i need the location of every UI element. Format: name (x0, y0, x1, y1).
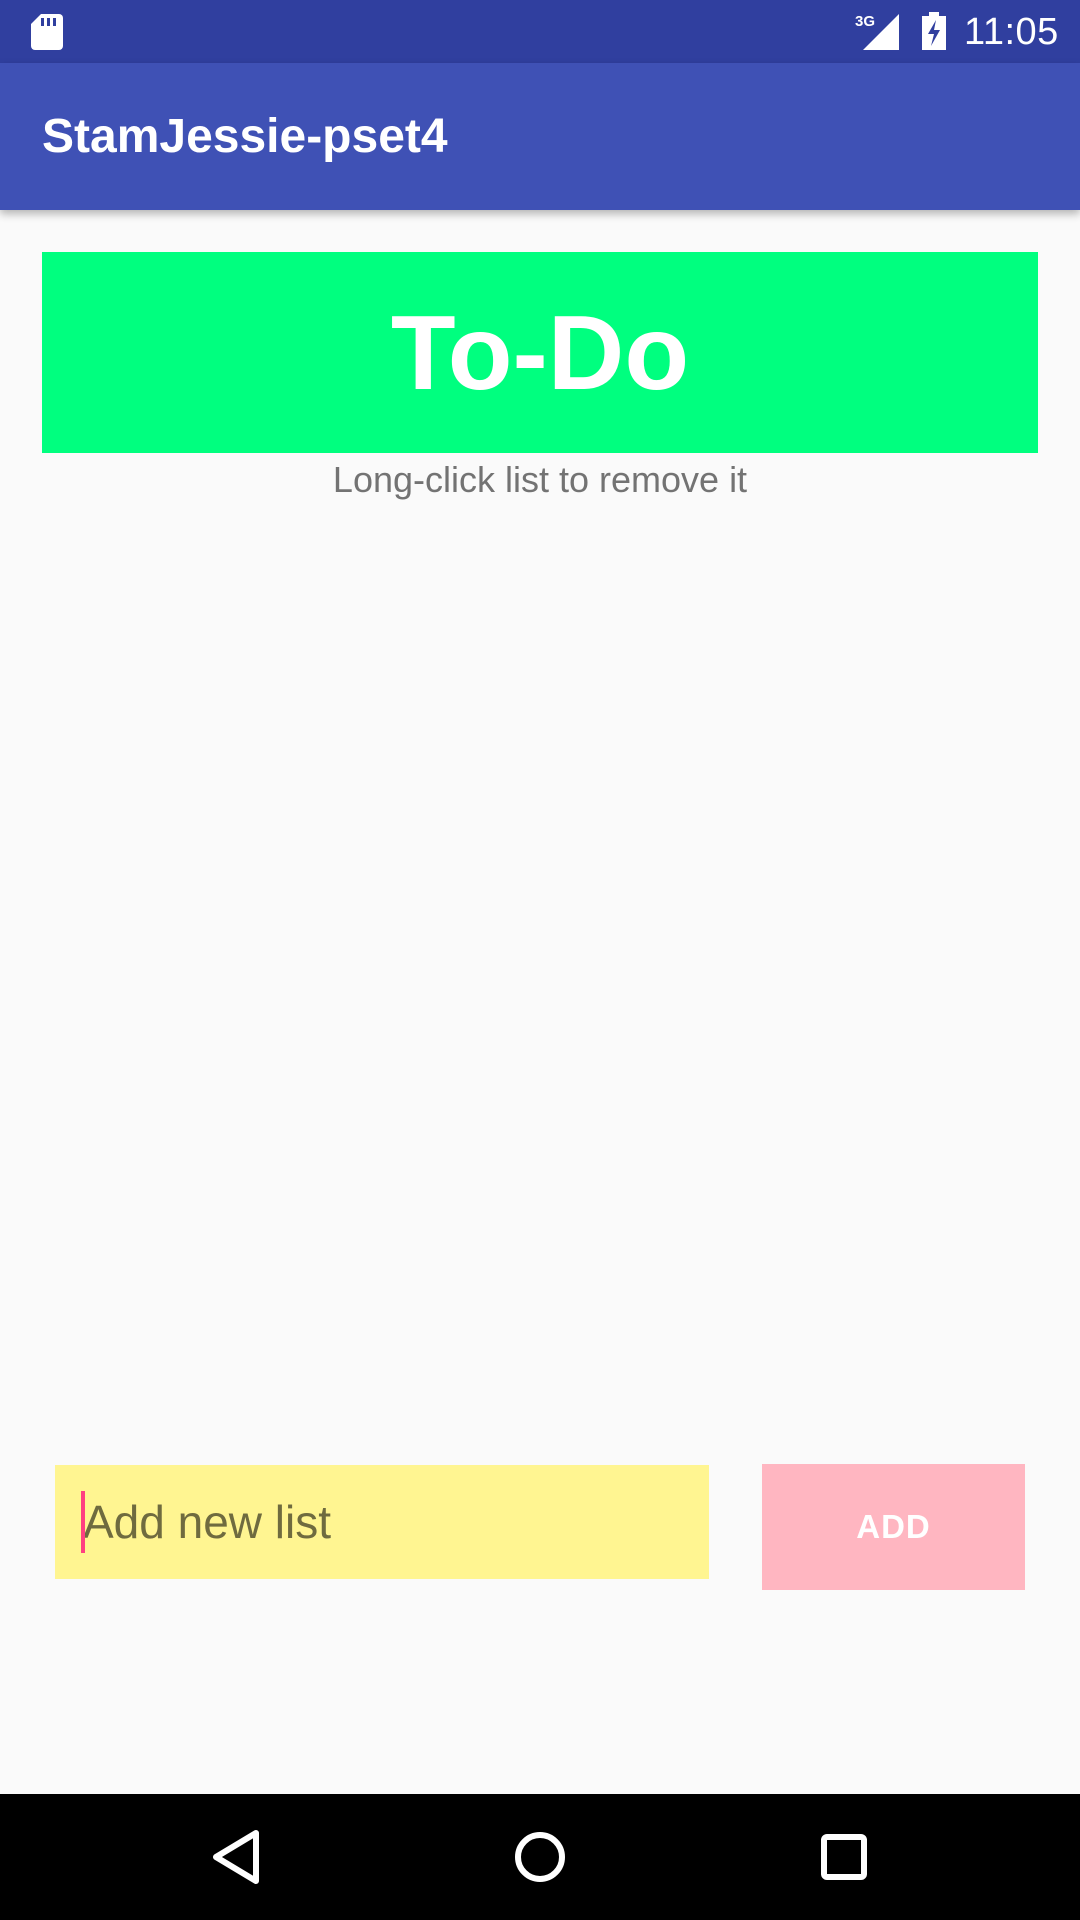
app-bar: StamJessie-pset4 (0, 63, 1080, 210)
new-list-input[interactable] (55, 1465, 709, 1579)
todo-list-view[interactable] (42, 510, 1038, 1410)
status-clock: 11:05 (964, 11, 1059, 53)
signal-icon: 3G (855, 13, 899, 50)
sd-card-icon (31, 14, 63, 50)
screen: 3G 11:05 StamJessie-pset4 To-Do Long-cli… (0, 0, 1080, 1920)
navigation-bar (0, 1794, 1080, 1920)
text-cursor (81, 1491, 85, 1553)
home-icon[interactable] (510, 1827, 570, 1887)
add-list-button[interactable]: ADD (762, 1464, 1025, 1590)
battery-charging-icon (922, 12, 946, 50)
page-title: To-Do (390, 293, 690, 412)
recents-icon[interactable] (814, 1827, 874, 1887)
todo-header-banner: To-Do (42, 252, 1038, 453)
remove-hint-text: Long-click list to remove it (332, 459, 748, 500)
network-type-label: 3G (855, 13, 875, 30)
app-title: StamJessie-pset4 (42, 110, 448, 163)
back-icon[interactable] (206, 1827, 266, 1887)
new-list-input-container[interactable] (55, 1465, 709, 1579)
status-bar: 3G 11:05 (0, 0, 1080, 63)
